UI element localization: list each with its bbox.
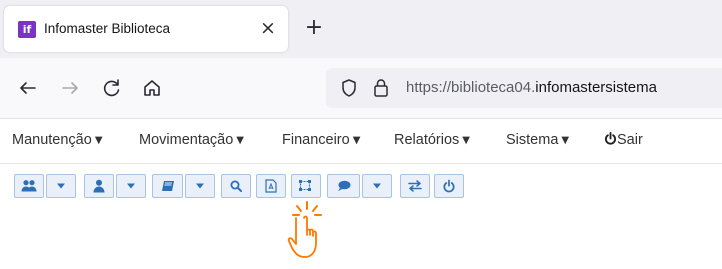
power-icon <box>604 132 617 145</box>
book-dropdown-button[interactable] <box>185 174 215 198</box>
tracking-shield-icon[interactable] <box>340 78 358 98</box>
exchange-icon <box>408 180 422 192</box>
selection-button[interactable] <box>291 174 321 198</box>
home-icon <box>144 80 160 96</box>
chevron-down-icon <box>373 183 381 189</box>
book-icon <box>161 181 174 191</box>
menu-label: Movimentação <box>139 132 234 148</box>
browser-tab[interactable]: if Infomaster Biblioteca × <box>4 6 288 52</box>
users-icon <box>21 180 37 192</box>
toolbar-area <box>0 164 722 269</box>
url-domain: infomastersistema <box>535 79 657 96</box>
logout-link[interactable]: Sair <box>604 132 643 148</box>
tab-strip: if Infomaster Biblioteca × + <box>0 0 722 58</box>
pdf-icon <box>265 179 277 193</box>
caret-down-icon: ▼ <box>462 135 470 146</box>
menu-manutencao[interactable]: Manutenção ▼ <box>12 132 103 148</box>
user-dropdown-button[interactable] <box>116 174 146 198</box>
tab-title: Infomaster Biblioteca <box>44 21 171 36</box>
selection-icon <box>299 180 311 191</box>
caret-down-icon: ▼ <box>94 135 103 146</box>
logout-label: Sair <box>617 132 643 148</box>
pdf-button[interactable] <box>256 174 286 198</box>
user-button[interactable] <box>84 174 114 198</box>
forward-button[interactable] <box>56 74 84 102</box>
power-button[interactable] <box>434 174 464 198</box>
home-button[interactable] <box>138 74 166 102</box>
menu-financeiro[interactable]: Financeiro ▼ <box>282 132 360 148</box>
menu-movimentacao[interactable]: Movimentação ▼ <box>139 132 244 148</box>
reload-icon <box>103 79 120 97</box>
lock-icon[interactable] <box>372 77 390 99</box>
site-menu-bar: Manutenção ▼ Movimentação ▼ Financeiro ▼ Re… <box>0 119 722 164</box>
menu-sistema[interactable]: Sistema ▼ <box>506 132 569 148</box>
forward-arrow-icon <box>62 82 78 94</box>
caret-down-icon: ▼ <box>352 135 361 146</box>
search-button[interactable] <box>221 174 251 198</box>
caret-down-icon: ▼ <box>561 135 570 146</box>
search-icon <box>230 180 242 192</box>
hand-pointer-cursor-icon <box>287 201 322 258</box>
new-tab-button[interactable]: + <box>302 16 326 40</box>
menu-relatorios[interactable]: Relatórios ▼ <box>394 132 470 148</box>
users-button[interactable] <box>14 174 44 198</box>
menu-label: Sistema <box>506 132 559 148</box>
users-dropdown-button[interactable] <box>46 174 76 198</box>
url-text[interactable]: https://biblioteca04.infomastersistema <box>406 79 657 96</box>
exchange-button[interactable] <box>400 174 430 198</box>
comment-button[interactable] <box>327 174 360 198</box>
user-icon <box>93 179 105 193</box>
menu-label: Manutenção <box>12 132 92 148</box>
reload-button[interactable] <box>98 74 126 102</box>
toolbar <box>14 174 610 198</box>
book-button[interactable] <box>152 174 183 198</box>
menu-label: Relatórios <box>394 132 460 148</box>
power-icon <box>443 179 455 193</box>
caret-down-icon: ▼ <box>236 135 244 146</box>
chevron-down-icon <box>57 183 65 189</box>
close-tab-icon[interactable]: × <box>256 16 280 40</box>
address-bar[interactable]: https://biblioteca04.infomastersistema <box>326 68 722 108</box>
back-arrow-icon <box>20 82 36 94</box>
comment-icon <box>337 180 350 191</box>
chevron-down-icon <box>127 183 135 189</box>
site-favicon-icon: if <box>18 21 36 38</box>
back-button[interactable] <box>14 74 42 102</box>
url-prefix: https://biblioteca04. <box>406 79 536 96</box>
menu-label: Financeiro <box>282 132 350 148</box>
chevron-down-icon <box>196 183 204 189</box>
comment-dropdown-button[interactable] <box>362 174 392 198</box>
navigation-bar: https://biblioteca04.infomastersistema <box>0 58 722 119</box>
